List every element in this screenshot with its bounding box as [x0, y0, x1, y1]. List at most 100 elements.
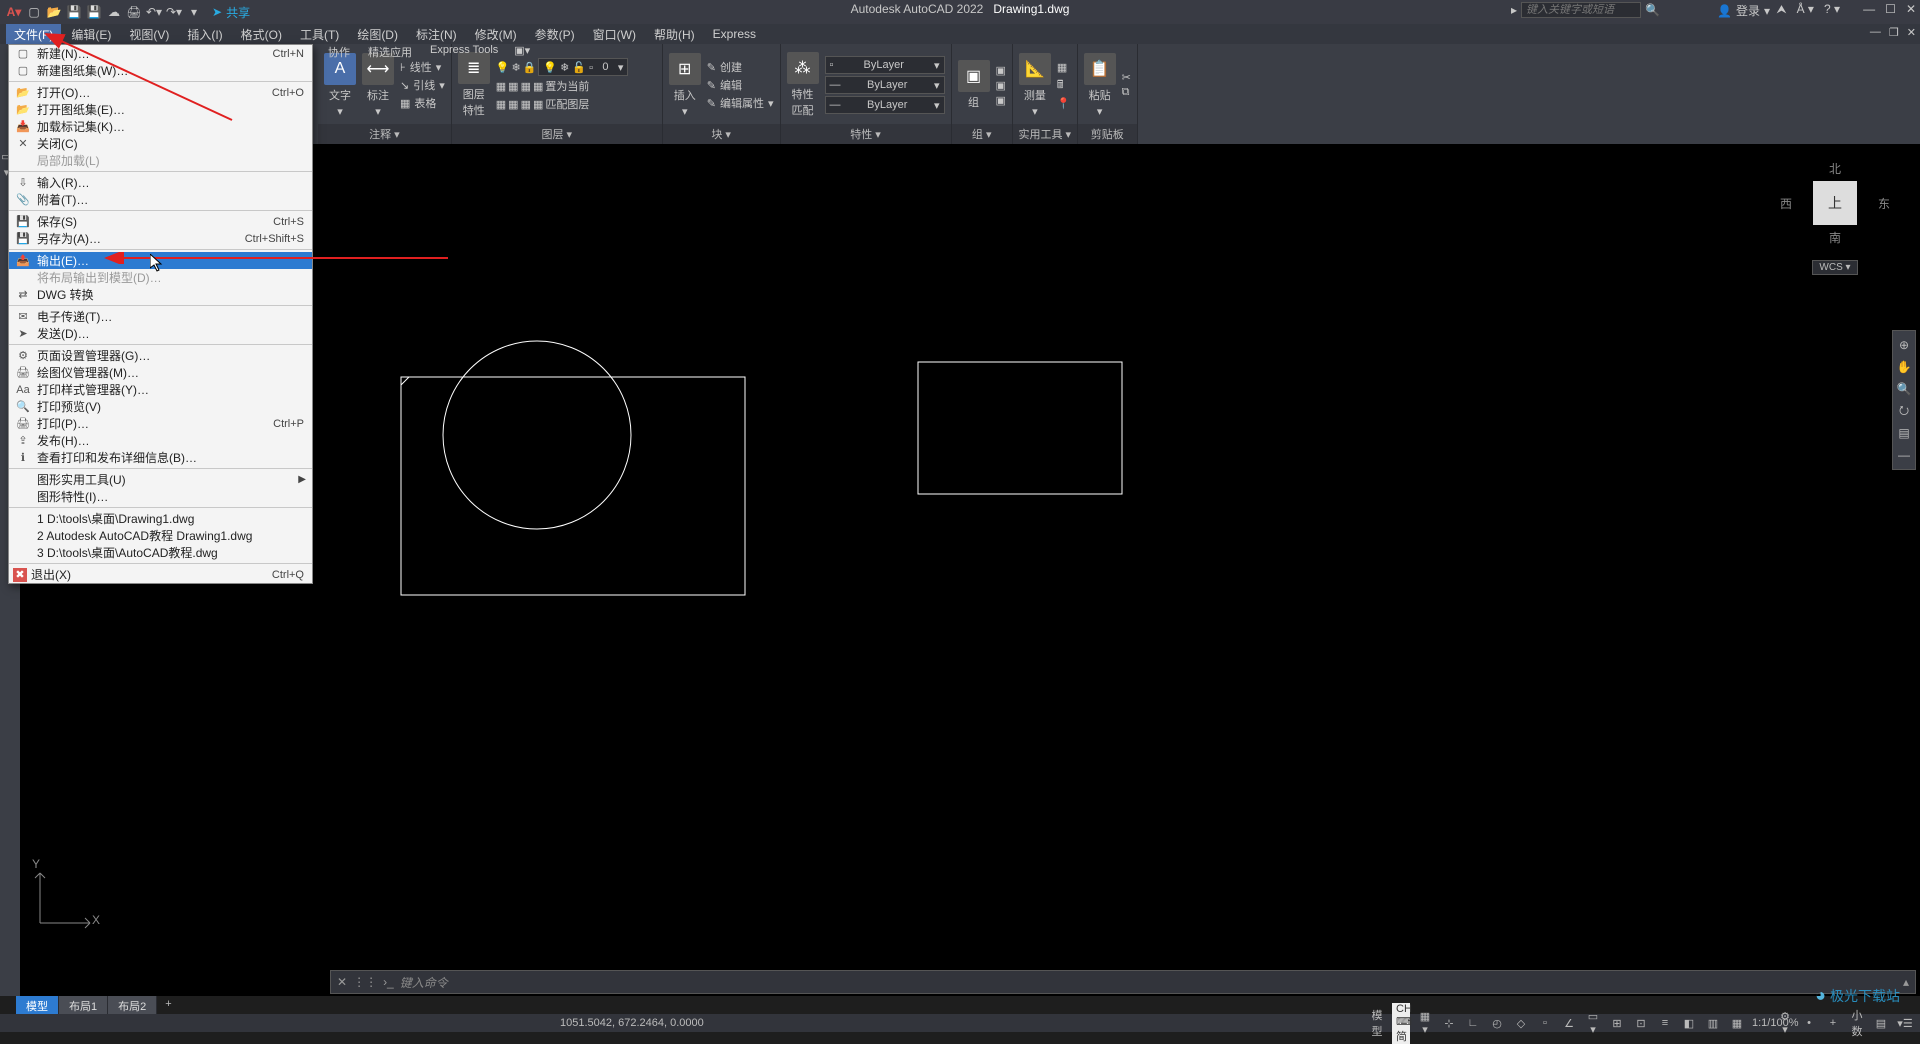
menu-edit[interactable]: 编辑(E) [63, 24, 119, 45]
autodesk-app-icon[interactable]: ⮝ [1776, 2, 1786, 17]
insert-block-button[interactable]: ⊞ 插入▾ [669, 53, 701, 118]
status-decimal[interactable]: 小数 [1848, 1007, 1866, 1039]
tab-add-icon[interactable]: + [157, 996, 179, 1016]
file-menu-item[interactable]: 📎附着(T)… [9, 191, 312, 208]
layer-lock-icon[interactable]: 🔒 [523, 61, 537, 74]
file-menu-item[interactable]: Aa打印样式管理器(Y)… [9, 381, 312, 398]
menu-file[interactable]: 文件(F) [6, 24, 61, 45]
layer-mini-icon2[interactable]: ▦ [508, 80, 518, 93]
new-icon[interactable]: ▢ [26, 4, 42, 20]
status-dock-icon[interactable]: ▤ [1872, 1017, 1890, 1030]
file-menu-item[interactable]: ⚙页面设置管理器(G)… [9, 347, 312, 364]
command-line[interactable]: ✕ ⋮⋮ ›_ 键入命令 ▴ [330, 970, 1916, 994]
status-sel-icon[interactable]: ▦ [1728, 1017, 1746, 1030]
measure-button[interactable]: 📐 测量▾ [1019, 53, 1051, 118]
layer-mini-icon4[interactable]: ▦ [533, 80, 543, 93]
file-menu-item[interactable]: 💾保存(S)Ctrl+S [9, 213, 312, 230]
nav-showmotion-icon[interactable]: ▤ [1896, 425, 1912, 441]
doc-minimize-icon[interactable]: — [1870, 26, 1881, 39]
cmd-handle-icon[interactable]: ⋮⋮ [353, 975, 377, 989]
app-menu-icon[interactable]: A▾ [6, 4, 22, 20]
status-osnap-icon[interactable]: ▫ [1536, 1017, 1554, 1029]
tab-layout1[interactable]: 布局1 [59, 996, 108, 1016]
layer-freeze-icon[interactable]: ❄ [511, 61, 520, 74]
signin-button[interactable]: 👤 登录 ▾ [1717, 2, 1770, 19]
menu-view[interactable]: 视图(V) [121, 24, 177, 45]
file-menu-item[interactable]: ▢新建(N)…Ctrl+N [9, 45, 312, 62]
status-ortho-icon[interactable]: ∟ [1464, 1017, 1482, 1029]
nav-pan-icon[interactable]: ✋ [1896, 359, 1912, 375]
doc-restore-icon[interactable]: ❐ [1889, 26, 1899, 39]
file-menu-item[interactable]: ⇪发布(H)… [9, 432, 312, 449]
status-scale[interactable]: 1:1/100% [1752, 1017, 1770, 1029]
minimize-icon[interactable]: — [1863, 2, 1875, 16]
file-menu-item[interactable]: 📂打开(O)…Ctrl+O [9, 84, 312, 101]
close-icon[interactable]: ✕ [1906, 2, 1916, 16]
viewcube[interactable]: 北 西 上 东 南 WCS ▾ [1780, 160, 1890, 290]
status-gear-icon[interactable]: ⚙ ▾ [1776, 1010, 1794, 1036]
exchange-icon[interactable]: Å ▾ [1797, 2, 1814, 17]
nav-fullnav-icon[interactable]: ⊕ [1896, 337, 1912, 353]
layer-mini-icon8[interactable]: ▦ [533, 98, 543, 111]
nav-zoom-icon[interactable]: 🔍 [1896, 381, 1912, 397]
cmd-close-icon[interactable]: ✕ [337, 975, 347, 989]
file-menu-item[interactable]: 图形实用工具(U)▶ [9, 471, 312, 488]
viewcube-wcs[interactable]: WCS ▾ [1812, 260, 1857, 275]
dimension-button[interactable]: ⟷ 标注▾ [362, 53, 394, 118]
lineweight-dropdown[interactable]: —ByLayer▾ [825, 76, 945, 94]
status-dyn-icon[interactable]: ⊡ [1632, 1017, 1650, 1030]
edit-block-button[interactable]: ✎编辑 [707, 77, 774, 93]
file-menu-item[interactable]: ✉电子传递(T)… [9, 308, 312, 325]
undo-icon[interactable]: ↶▾ [146, 4, 162, 20]
file-menu-item[interactable]: ➤发送(D)… [9, 325, 312, 342]
panel-layers-title[interactable]: 图层 ▾ [452, 124, 662, 144]
set-current-button[interactable]: 置为当前 [545, 78, 589, 94]
status-3dosnap-icon[interactable]: ∠ [1560, 1017, 1578, 1030]
status-trans-icon[interactable]: ◧ [1680, 1017, 1698, 1030]
grp-mini-icon2[interactable]: ▣ [996, 79, 1006, 92]
file-menu-item[interactable]: ℹ查看打印和发布详细信息(B)… [9, 449, 312, 466]
group-button[interactable]: ▣ 组 [958, 60, 990, 110]
doc-close-icon[interactable]: ✕ [1907, 26, 1916, 39]
plot-icon[interactable]: 🖨 [126, 4, 142, 20]
panel-clipboard-title[interactable]: 剪贴板 [1078, 124, 1137, 144]
util-mini-icon3[interactable]: 📍 [1057, 97, 1071, 110]
color-dropdown[interactable]: ▫ByLayer▾ [825, 56, 945, 74]
ribbon-tab-featured[interactable]: 精选应用 [360, 42, 420, 62]
web-mobile-icon[interactable]: ☁ [106, 4, 122, 20]
viewcube-south[interactable]: 南 [1780, 229, 1890, 246]
open-icon[interactable]: 📂 [46, 4, 62, 20]
viewcube-north[interactable]: 北 [1780, 160, 1890, 177]
status-lwt-icon[interactable]: ≡ [1656, 1017, 1674, 1029]
status-plus-icon[interactable]: + [1824, 1017, 1842, 1029]
table-button[interactable]: ▦表格 [400, 95, 445, 111]
tab-model[interactable]: 模型 [16, 996, 59, 1016]
panel-utilities-title[interactable]: 实用工具 ▾ [1013, 124, 1077, 144]
layer-mini-icon3[interactable]: ▦ [521, 80, 531, 93]
file-menu-item[interactable]: 3 D:\tools\桌面\AutoCAD教程.dwg [9, 544, 312, 561]
ribbon-tab-more-icon[interactable]: ▣▾ [508, 42, 536, 62]
file-menu-item[interactable]: 💾另存为(A)…Ctrl+Shift+S [9, 230, 312, 247]
redo-icon[interactable]: ↷▾ [166, 4, 182, 20]
viewcube-east[interactable]: 东 [1878, 195, 1890, 212]
util-mini-icon[interactable]: ▦ [1057, 61, 1071, 74]
panel-groups-title[interactable]: 组 ▾ [952, 124, 1012, 144]
menu-format[interactable]: 格式(O) [233, 24, 290, 45]
tab-layout2[interactable]: 布局2 [108, 996, 157, 1016]
search-input[interactable] [1521, 2, 1641, 18]
file-menu-item[interactable]: 2 Autodesk AutoCAD教程 Drawing1.dwg [9, 527, 312, 544]
search-icon[interactable]: 🔍 [1645, 3, 1660, 17]
help-icon[interactable]: ? ▾ [1824, 2, 1840, 17]
saveas-icon[interactable]: 💾 [86, 4, 102, 20]
menu-insert[interactable]: 插入(I) [179, 24, 230, 45]
linetype-dropdown[interactable]: —ByLayer▾ [825, 96, 945, 114]
layer-mini-icon7[interactable]: ▦ [521, 98, 531, 111]
panel-properties-title[interactable]: 特性 ▾ [781, 124, 951, 144]
cut-icon[interactable]: ✂ [1122, 71, 1131, 84]
status-dot-icon[interactable]: • [1800, 1017, 1818, 1029]
save-icon[interactable]: 💾 [66, 4, 82, 20]
nav-orbit-icon[interactable]: ⭮ [1896, 403, 1912, 419]
status-tray-icon[interactable]: ▾☰ [1896, 1017, 1914, 1030]
grp-mini-icon3[interactable]: ▣ [996, 94, 1006, 107]
edit-attr-button[interactable]: ✎编辑属性 ▾ [707, 95, 774, 111]
